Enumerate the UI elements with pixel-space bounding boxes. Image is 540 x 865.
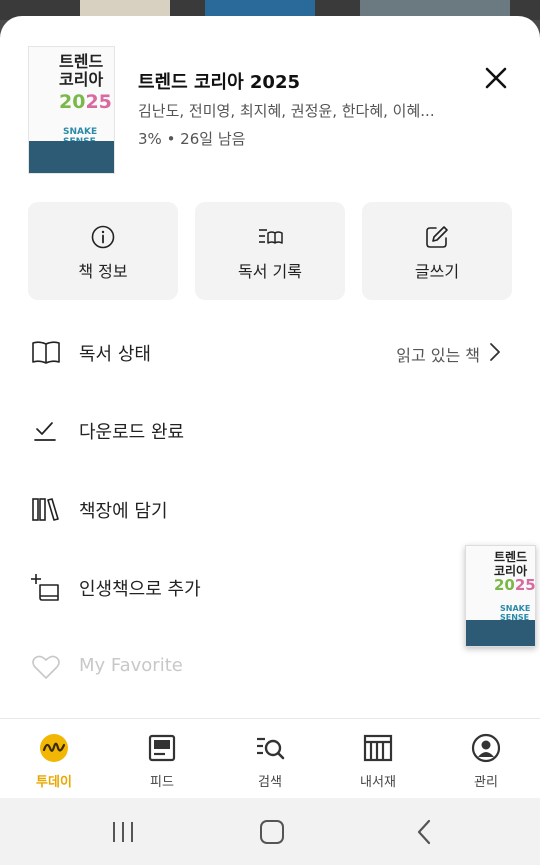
tab-search-label: 검색 bbox=[258, 775, 282, 790]
cover-title: 트렌드 코리아 bbox=[59, 52, 104, 89]
book-info-label: 책 정보 bbox=[78, 262, 128, 281]
heart-icon bbox=[32, 655, 60, 679]
book-title: 트렌드 코리아 2025 bbox=[138, 72, 300, 93]
tab-search[interactable]: 검색 bbox=[216, 719, 324, 799]
book-authors: 김난도, 전미영, 최지혜, 권정윤, 한다혜, 이혜... bbox=[138, 102, 435, 120]
search-icon bbox=[257, 737, 285, 760]
reading-log-button[interactable]: 독서 기록 bbox=[195, 202, 345, 300]
tab-library[interactable]: 내서재 bbox=[324, 719, 432, 799]
menu-life-book[interactable]: 인생책으로 추가 bbox=[28, 567, 512, 607]
home-icon[interactable] bbox=[257, 818, 287, 846]
add-book-icon bbox=[31, 574, 59, 601]
book-info-button[interactable]: 책 정보 bbox=[28, 202, 178, 300]
tab-manage-label: 관리 bbox=[474, 775, 498, 790]
chevron-right-icon bbox=[490, 343, 500, 361]
check-icon bbox=[34, 422, 56, 441]
reading-log-label: 독서 기록 bbox=[238, 262, 302, 281]
bookshelf-icon bbox=[32, 498, 59, 521]
tab-feed[interactable]: 피드 bbox=[108, 719, 216, 799]
book-options-sheet: 트렌드코리아 2025 SNAKESENSE 트렌드 코리아 2025 김난도,… bbox=[0, 16, 540, 718]
add-to-shelf-label: 책장에 담기 bbox=[79, 501, 168, 522]
cover-year: 2025 bbox=[59, 91, 112, 113]
close-icon[interactable] bbox=[482, 64, 510, 92]
favorite-label: My Favorite bbox=[79, 655, 183, 676]
feed-icon bbox=[148, 734, 176, 762]
system-navigation-bar bbox=[0, 798, 540, 865]
profile-icon bbox=[471, 733, 501, 763]
floating-cover-title: 트렌드 코리아 bbox=[494, 550, 528, 578]
download-label: 다운로드 완료 bbox=[79, 422, 185, 443]
floating-cover-year: 2025 bbox=[494, 576, 536, 594]
action-buttons: 책 정보 독서 기록 글쓰기 bbox=[28, 202, 512, 300]
floating-cover-photo bbox=[466, 620, 535, 646]
tab-today-label: 투데이 bbox=[36, 775, 72, 790]
write-button[interactable]: 글쓰기 bbox=[362, 202, 512, 300]
menu-reading-status[interactable]: 독서 상태 읽고 있는 책 bbox=[28, 332, 512, 372]
back-icon[interactable] bbox=[410, 818, 440, 846]
menu-download[interactable]: 다운로드 완료 bbox=[28, 410, 512, 450]
reading-status-value: 읽고 있는 책 bbox=[396, 346, 480, 365]
cover-photo bbox=[29, 141, 114, 173]
reading-log-icon bbox=[259, 229, 283, 244]
recent-apps-icon[interactable] bbox=[108, 818, 138, 846]
menu-favorite[interactable]: My Favorite bbox=[28, 647, 512, 687]
today-icon bbox=[40, 734, 68, 762]
library-icon bbox=[363, 734, 393, 762]
book-cover: 트렌드코리아 2025 SNAKESENSE bbox=[28, 46, 115, 174]
reading-status-label: 독서 상태 bbox=[79, 344, 151, 365]
edit-icon bbox=[426, 226, 448, 248]
tab-today[interactable]: 투데이 bbox=[0, 719, 108, 799]
tab-manage[interactable]: 관리 bbox=[432, 719, 540, 799]
bottom-tab-bar: 투데이 피드 검색 내서재 관리 bbox=[0, 718, 540, 798]
menu-add-to-shelf[interactable]: 책장에 담기 bbox=[28, 489, 512, 529]
book-header: 트렌드코리아 2025 SNAKESENSE 트렌드 코리아 2025 김난도,… bbox=[28, 46, 508, 176]
book-open-icon bbox=[32, 341, 60, 364]
tab-feed-label: 피드 bbox=[150, 775, 174, 790]
write-label: 글쓰기 bbox=[414, 262, 460, 281]
tab-library-label: 내서재 bbox=[360, 775, 396, 790]
life-book-label: 인생책으로 추가 bbox=[79, 579, 201, 600]
reading-progress: 3% • 26일 남음 bbox=[138, 130, 246, 148]
floating-book-cover[interactable]: 트렌드 코리아 2025 SNAKE SENSE bbox=[465, 545, 536, 647]
info-icon bbox=[91, 225, 115, 249]
